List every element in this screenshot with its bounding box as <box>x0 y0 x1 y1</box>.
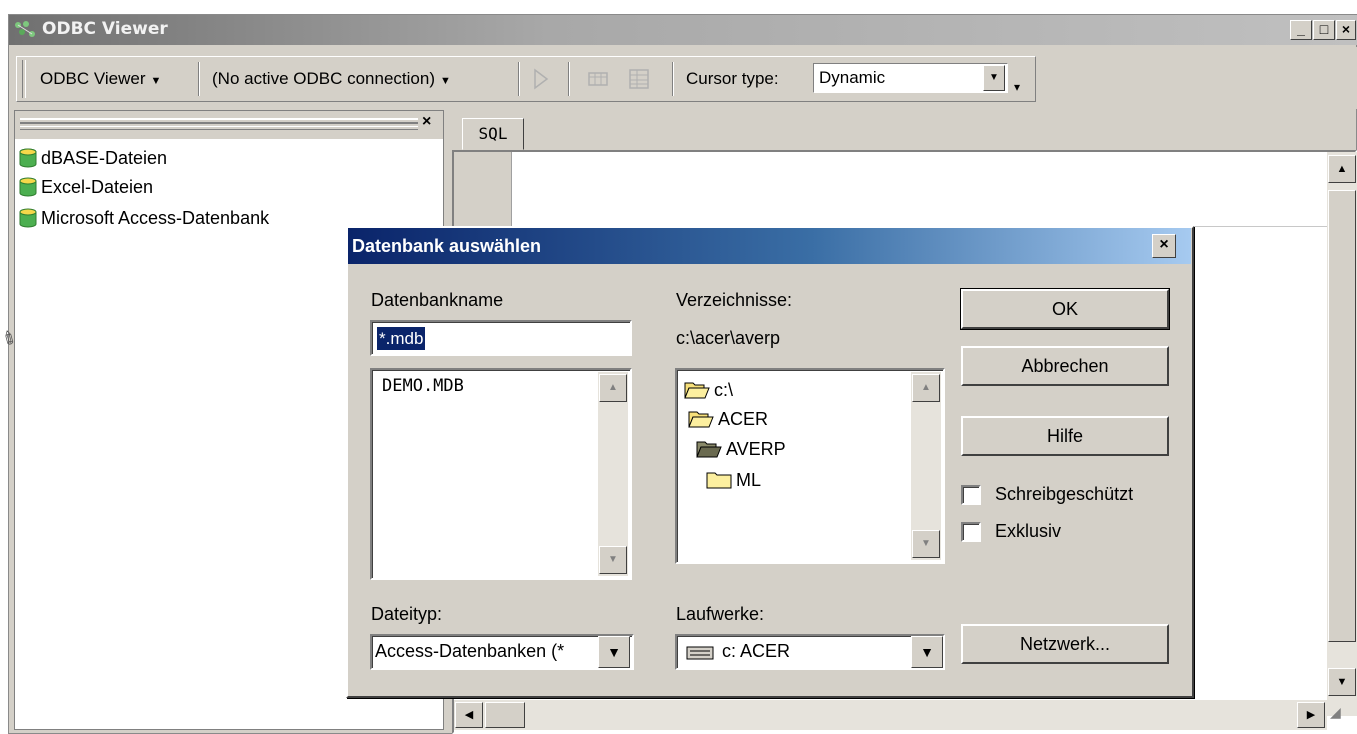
file-list[interactable] <box>370 368 632 580</box>
database-name-label: Datenbankname <box>371 290 504 310</box>
cursor-type-value: Dynamic <box>819 68 886 87</box>
data-source-label: Microsoft Access-Datenbank <box>41 207 270 228</box>
hscroll-thumb[interactable] <box>485 702 525 728</box>
toolbar-grip[interactable] <box>22 60 26 98</box>
chevron-down-icon[interactable]: ▼ <box>911 636 943 668</box>
window-title: ODBC Viewer <box>42 19 168 39</box>
pane-grip[interactable] <box>20 118 418 124</box>
toolbar-separator <box>672 62 674 96</box>
pane-close-icon[interactable]: × <box>422 113 431 131</box>
ok-button[interactable]: OK <box>961 289 1169 329</box>
chevron-down-icon: ▼ <box>439 75 451 87</box>
file-item[interactable]: DEMO.MDB <box>382 376 464 396</box>
horizontal-scrollbar[interactable] <box>454 700 1327 730</box>
odbc-viewer-menu[interactable]: ODBC Viewer ▼ <box>34 62 167 96</box>
file-type-value: Access-Datenbanken (* <box>375 641 565 661</box>
chevron-down-icon[interactable]: ▼ <box>598 636 630 668</box>
drive-icon <box>686 645 714 666</box>
cursor-type-label: Cursor type: <box>686 69 779 88</box>
chevron-down-icon[interactable]: ▼ <box>983 65 1005 91</box>
database-name-value: *.mdb <box>377 327 426 350</box>
dialog-title: Datenbank auswählen <box>352 236 542 256</box>
pane-header <box>15 111 443 139</box>
odbc-app-icon <box>13 20 39 40</box>
dialog-close-button[interactable]: × <box>1152 234 1176 258</box>
directory-label: ML <box>736 469 762 490</box>
cancel-button[interactable]: Abbrechen <box>961 346 1169 386</box>
connection-menu-label: (No active ODBC connection) <box>212 69 435 88</box>
scroll-down-icon[interactable]: ▼ <box>1328 668 1356 696</box>
pane-grip[interactable] <box>20 126 418 130</box>
scroll-thumb[interactable] <box>1328 190 1356 642</box>
data-source-label: dBASE-Dateien <box>41 147 168 168</box>
readonly-checkbox[interactable] <box>961 485 981 505</box>
title-bar <box>9 15 1357 45</box>
scroll-up-icon[interactable]: ▲ <box>1328 155 1356 183</box>
directory-label: ACER <box>718 408 769 429</box>
current-directory: c:\acer\averp <box>676 328 781 348</box>
drives-label: Laufwerke: <box>676 604 765 624</box>
toolbar-overflow-icon[interactable]: ▾ <box>1014 80 1020 94</box>
connection-menu[interactable]: (No active ODBC connection) ▼ <box>206 62 457 96</box>
scroll-up-icon[interactable]: ▲ <box>599 374 627 402</box>
readonly-label: Schreibgeschützt <box>995 484 1134 504</box>
chevron-down-icon: ▼ <box>150 75 162 87</box>
scroll-right-icon[interactable]: ▶ <box>1297 702 1325 728</box>
toolbar-separator <box>198 62 200 96</box>
resize-grip-icon[interactable]: ◢ <box>1330 704 1341 721</box>
open-folder-icon <box>688 411 714 428</box>
toolbar-separator <box>568 62 570 96</box>
directory-item[interactable]: c:\ <box>684 375 733 405</box>
open-folder-icon <box>696 441 722 458</box>
scroll-left-icon[interactable]: ◀ <box>455 702 483 728</box>
directory-label: c:\ <box>714 379 734 400</box>
data-source-item[interactable]: Excel-Dateien <box>18 175 153 199</box>
directory-item[interactable]: ML <box>706 465 761 495</box>
drive-value: c: ACER <box>722 641 791 661</box>
table-icon[interactable] <box>626 66 652 92</box>
toolbar-separator <box>518 62 520 96</box>
open-folder-icon <box>684 382 710 399</box>
run-icon[interactable] <box>527 66 553 92</box>
directory-item-selected[interactable]: AVERP <box>696 434 786 464</box>
exclusive-label: Exklusiv <box>995 521 1062 541</box>
minimize-button[interactable]: _ <box>1290 20 1312 40</box>
close-button[interactable]: × <box>1336 20 1356 40</box>
exclusive-checkbox[interactable] <box>961 522 981 542</box>
database-icon <box>19 208 37 228</box>
data-source-label: Excel-Dateien <box>41 176 154 197</box>
data-source-item[interactable]: dBASE-Dateien <box>18 146 167 170</box>
file-type-label: Dateityp: <box>371 604 443 624</box>
maximize-button[interactable]: □ <box>1313 20 1335 40</box>
scroll-up-icon[interactable]: ▲ <box>912 374 940 402</box>
database-icon <box>19 148 37 168</box>
directories-label: Verzeichnisse: <box>676 290 793 310</box>
odbc-viewer-menu-label: ODBC Viewer <box>40 69 146 88</box>
scroll-down-icon[interactable]: ▼ <box>912 530 940 558</box>
scroll-down-icon[interactable]: ▼ <box>599 546 627 574</box>
folder-icon <box>706 472 732 489</box>
tab-sql[interactable]: SQL <box>462 118 524 150</box>
directory-label: AVERP <box>726 438 786 459</box>
grid-icon[interactable] <box>585 66 611 92</box>
database-icon <box>19 177 37 197</box>
help-button[interactable]: Hilfe <box>961 416 1169 456</box>
drive-select[interactable] <box>675 634 945 670</box>
directory-item[interactable]: ACER <box>688 404 768 434</box>
network-button[interactable]: Netzwerk... <box>961 624 1169 664</box>
